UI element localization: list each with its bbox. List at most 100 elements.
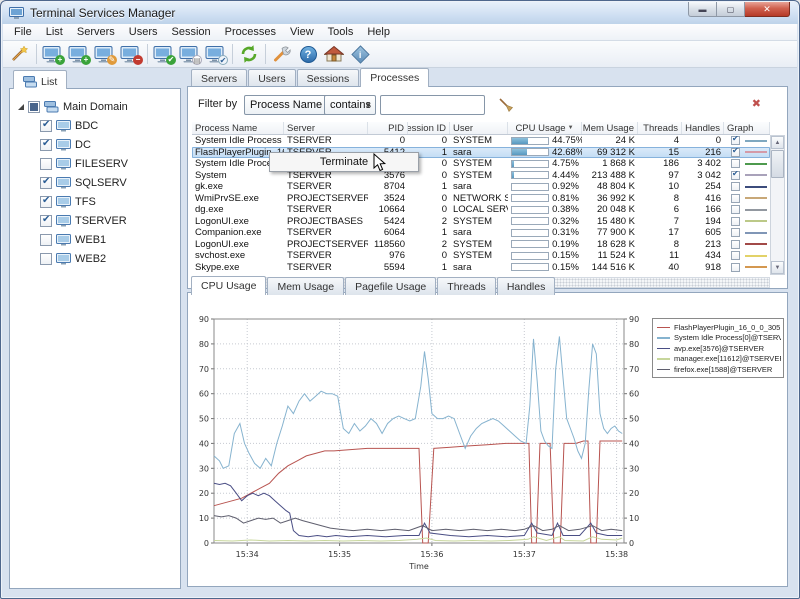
graph-checkbox[interactable] [731, 217, 740, 226]
scroll-down-arrow[interactable]: ▼ [771, 261, 784, 274]
chart-tab-pagefile-usage[interactable]: Pagefile Usage [345, 277, 436, 295]
checkbox-tfs[interactable] [40, 196, 52, 208]
checkbox-sqlserv[interactable] [40, 177, 52, 189]
scrollbar-thumb[interactable] [771, 150, 784, 178]
table-row-dg-exe[interactable]: dg.exeTSERVER106640LOCAL SERVICE0.38%20 … [192, 204, 770, 216]
session-tasks-button[interactable]: ✔ [203, 42, 229, 66]
checkbox-web2[interactable] [40, 253, 52, 265]
column-header-session-id[interactable]: Session ID [408, 122, 450, 134]
column-header-pid[interactable]: PID [368, 122, 408, 134]
tree-item-web2[interactable]: WEB2 [16, 249, 180, 268]
menu-processes[interactable]: Processes [218, 25, 283, 39]
menu-tools[interactable]: Tools [321, 25, 361, 39]
column-header-user[interactable]: User [450, 122, 508, 134]
add-server-button[interactable]: + [40, 42, 66, 66]
tree-item-web1[interactable]: WEB1 [16, 230, 180, 249]
title-bar[interactable]: Terminal Services Manager ▬ ▢ ✕ [2, 2, 798, 24]
table-row-skype-exe[interactable]: Skype.exeTSERVER55941sara0.15%144 516 K4… [192, 262, 770, 274]
tree-item-fileserv[interactable]: FILESERV [16, 154, 180, 173]
tree-item-tserver[interactable]: TSERVER [16, 211, 180, 230]
chart-tab-handles[interactable]: Handles [497, 277, 556, 295]
tab-list[interactable]: List [13, 70, 67, 89]
close-button[interactable]: ✕ [745, 2, 790, 17]
help-button[interactable]: ? [295, 42, 321, 66]
tree-root-main-domain[interactable]: Main Domain [16, 97, 180, 116]
table-row-svchost-exe[interactable]: svchost.exeTSERVER9760SYSTEM0.15%11 524 … [192, 250, 770, 262]
menu-list[interactable]: List [39, 25, 70, 39]
table-row-wmiprvse-exe[interactable]: WmiPrvSE.exePROJECTSERVER35240NETWORK SE… [192, 193, 770, 205]
graph-checkbox[interactable] [731, 148, 740, 157]
chart-tab-mem-usage[interactable]: Mem Usage [267, 277, 344, 295]
checkbox-bdc[interactable] [40, 120, 52, 132]
column-header-cpu-usage[interactable]: CPU Usage▼ [508, 122, 582, 134]
cell-process-name: Skype.exe [192, 262, 284, 273]
cell-pid: 976 [368, 250, 408, 261]
tab-sessions[interactable]: Sessions [297, 69, 360, 87]
menu-view[interactable]: View [283, 25, 321, 39]
graph-checkbox[interactable] [731, 171, 740, 180]
table-row-logonui-exe[interactable]: LogonUI.exePROJECTSERVER1185602SYSTEM0.1… [192, 239, 770, 251]
tab-processes[interactable]: Processes [360, 68, 429, 87]
graph-checkbox[interactable] [731, 182, 740, 191]
menu-file[interactable]: File [7, 25, 39, 39]
checkbox-web1[interactable] [40, 234, 52, 246]
new-session-button[interactable]: ▤ [177, 42, 203, 66]
checkbox-main-domain[interactable] [28, 101, 40, 113]
tab-servers[interactable]: Servers [191, 69, 247, 87]
tree-item-bdc[interactable]: BDC [16, 116, 180, 135]
wizard-button[interactable] [7, 42, 33, 66]
column-header-mem-usage[interactable]: Mem Usage [582, 122, 638, 134]
graph-checkbox[interactable] [731, 240, 740, 249]
about-button[interactable]: i [347, 42, 373, 66]
context-menu-item-terminate[interactable]: Terminate [320, 156, 368, 168]
maximize-button[interactable]: ▢ [717, 2, 745, 17]
graph-checkbox[interactable] [731, 263, 740, 272]
table-row-system-idle-process[interactable]: System Idle ProcessTSERVER00SYSTEM44.75%… [192, 135, 770, 147]
checkbox-dc[interactable] [40, 139, 52, 151]
table-row-companion-exe[interactable]: Companion.exeTSERVER60641sara0.31%77 900… [192, 227, 770, 239]
tree-item-dc[interactable]: DC [16, 135, 180, 154]
red-x-icon[interactable]: ✖ [752, 97, 761, 110]
graph-checkbox[interactable] [731, 159, 740, 168]
column-header-graph[interactable]: Graph [724, 122, 770, 134]
column-header-process-name[interactable]: Process Name [192, 122, 284, 134]
tree-item-sqlserv[interactable]: SQLSERV [16, 173, 180, 192]
chart-tab-cpu-usage[interactable]: CPU Usage [191, 276, 266, 295]
graph-checkbox[interactable] [731, 228, 740, 237]
monitor-icon [56, 139, 71, 151]
graph-checkbox[interactable] [731, 251, 740, 260]
edit-server-button[interactable]: ✎ [92, 42, 118, 66]
table-row-gk-exe[interactable]: gk.exeTSERVER87041sara0.92%48 804 K10254 [192, 181, 770, 193]
filter-value-input[interactable] [380, 95, 485, 115]
refresh-button[interactable] [236, 42, 262, 66]
tab-users[interactable]: Users [248, 69, 295, 87]
minimize-button[interactable]: ▬ [688, 2, 717, 17]
menu-users[interactable]: Users [122, 25, 165, 39]
settings-wrench-button[interactable] [269, 42, 295, 66]
add-server-group-button[interactable]: + [66, 42, 92, 66]
table-header[interactable]: Process NameServerPIDSession IDUserCPU U… [192, 122, 770, 135]
chart-tab-threads[interactable]: Threads [437, 277, 496, 295]
remove-server-button[interactable]: − [118, 42, 144, 66]
scroll-up-arrow[interactable]: ▲ [771, 136, 784, 149]
vertical-scrollbar[interactable]: ▲ ▼ [770, 135, 785, 275]
cell-threads: 4 [638, 135, 682, 146]
tree-item-tfs[interactable]: TFS [16, 192, 180, 211]
menu-servers[interactable]: Servers [70, 25, 122, 39]
graph-checkbox[interactable] [731, 194, 740, 203]
home-button[interactable] [321, 42, 347, 66]
checkbox-tserver[interactable] [40, 215, 52, 227]
graph-checkbox[interactable] [731, 205, 740, 214]
filter-operator-select[interactable]: contains▼ [324, 95, 376, 115]
graph-checkbox[interactable] [731, 136, 740, 145]
column-header-server[interactable]: Server [284, 122, 368, 134]
menu-help[interactable]: Help [360, 25, 397, 39]
connect-server-button[interactable]: ✔ [151, 42, 177, 66]
broom-icon[interactable] [498, 97, 514, 116]
menu-session[interactable]: Session [165, 25, 218, 39]
expander-icon[interactable] [16, 102, 26, 112]
table-row-logonui-exe[interactable]: LogonUI.exePROJECTBASES54242SYSTEM0.32%1… [192, 216, 770, 228]
column-header-handles[interactable]: Handles [682, 122, 724, 134]
column-header-threads[interactable]: Threads [638, 122, 682, 134]
checkbox-fileserv[interactable] [40, 158, 52, 170]
